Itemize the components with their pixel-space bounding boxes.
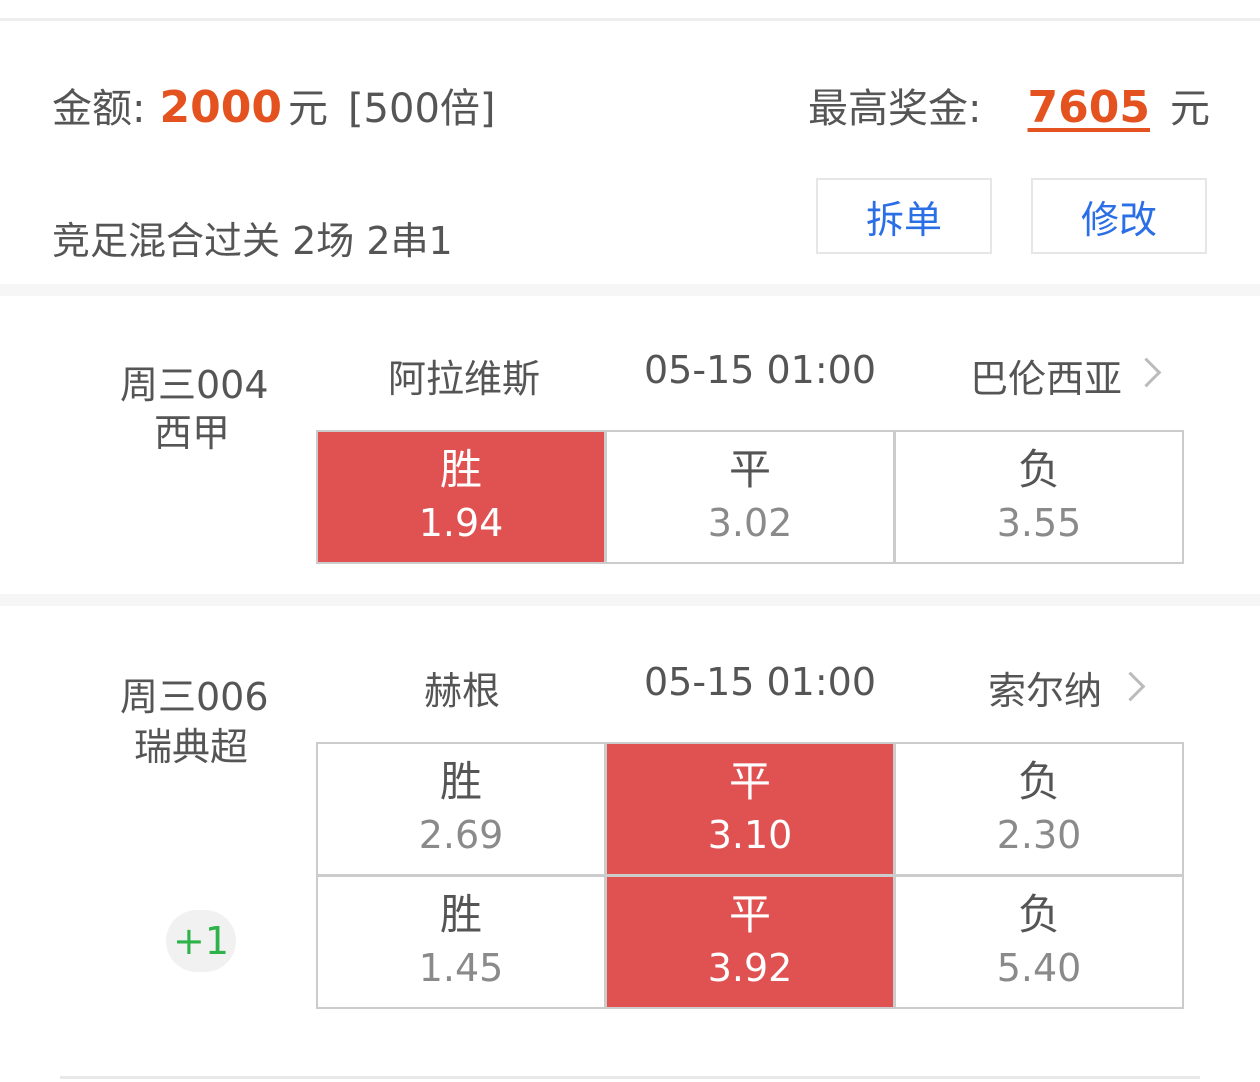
odds-value: 2.69 <box>418 813 504 857</box>
odds-row: 胜 2.69 平 3.10 负 2.30 <box>318 744 1182 874</box>
odds-label: 平 <box>728 757 771 806</box>
amount-unit: 元 <box>287 86 328 132</box>
odds-value: 5.40 <box>996 946 1082 990</box>
split-order-button[interactable]: 拆单 <box>816 178 992 254</box>
match-time: 05-15 01:00 <box>644 660 877 704</box>
odds-table: 胜 1.94 平 3.02 负 3.55 <box>316 430 1184 564</box>
odds-label: 平 <box>728 445 771 494</box>
odds-cell-draw[interactable]: 平 3.92 <box>607 877 896 1007</box>
play-type: 竞足混合过关 2场 2串1 <box>52 219 453 263</box>
bottom-divider <box>60 1076 1200 1079</box>
section-divider <box>0 284 1260 296</box>
handicap-badge: +1 <box>166 910 236 972</box>
odds-value: 2.30 <box>996 813 1082 857</box>
match-id: 周三004 <box>120 363 269 407</box>
top-divider <box>0 18 1260 21</box>
match-card: 周三004 西甲 阿拉维斯 05-15 01:00 巴伦西亚 胜 1.94 平 … <box>0 296 1260 596</box>
odds-label: 胜 <box>439 757 482 806</box>
odds-value: 3.10 <box>707 813 793 857</box>
odds-label: 负 <box>1017 445 1060 494</box>
multiplier: [500倍] <box>347 86 496 132</box>
section-divider <box>0 594 1260 606</box>
odds-row: 胜 1.94 平 3.02 负 3.55 <box>318 432 1182 562</box>
odds-table: 胜 2.69 平 3.10 负 2.30 胜 1.45 平 3.92 负 5.4… <box>316 742 1184 1009</box>
league-name: 瑞典超 <box>134 725 249 769</box>
chevron-right-icon[interactable] <box>1131 357 1162 388</box>
odds-cell-draw[interactable]: 平 3.10 <box>607 744 896 874</box>
odds-cell-win[interactable]: 胜 1.45 <box>318 877 607 1007</box>
home-team: 阿拉维斯 <box>388 357 541 401</box>
max-prize-row: 最高奖金: 7605 元 <box>808 76 1210 134</box>
max-prize-value[interactable]: 7605 <box>1028 82 1150 133</box>
league-name: 西甲 <box>154 411 231 455</box>
max-prize-label: 最高奖金: <box>808 86 982 132</box>
odds-cell-draw[interactable]: 平 3.02 <box>607 432 896 562</box>
odds-cell-lose[interactable]: 负 3.55 <box>896 432 1182 562</box>
amount-row: 金额: 2000 元 [500倍] <box>52 76 496 134</box>
match-card: 周三006 瑞典超 赫根 05-15 01:00 索尔纳 胜 2.69 平 3.… <box>0 606 1260 1076</box>
odds-cell-lose[interactable]: 负 2.30 <box>896 744 1182 874</box>
odds-label: 负 <box>1017 890 1060 939</box>
away-team: 巴伦西亚 <box>970 357 1123 401</box>
odds-value: 3.92 <box>707 946 793 990</box>
amount-label: 金额: <box>52 86 146 132</box>
max-prize-unit: 元 <box>1170 86 1210 132</box>
away-team: 索尔纳 <box>988 669 1103 713</box>
odds-value: 1.45 <box>418 946 504 990</box>
amount-value: 2000 <box>159 82 282 133</box>
odds-label: 负 <box>1017 757 1060 806</box>
odds-label: 平 <box>728 890 771 939</box>
odds-cell-win[interactable]: 胜 1.94 <box>318 432 607 562</box>
odds-label: 胜 <box>439 890 482 939</box>
match-id: 周三006 <box>120 675 269 719</box>
home-team: 赫根 <box>424 669 501 713</box>
odds-value: 3.02 <box>707 501 793 545</box>
odds-label: 胜 <box>439 445 482 494</box>
chevron-right-icon[interactable] <box>1115 671 1146 702</box>
odds-row-handicap: 胜 1.45 平 3.92 负 5.40 <box>318 874 1182 1007</box>
match-time: 05-15 01:00 <box>644 348 877 392</box>
odds-cell-win[interactable]: 胜 2.69 <box>318 744 607 874</box>
odds-value: 1.94 <box>418 501 504 545</box>
odds-cell-lose[interactable]: 负 5.40 <box>896 877 1182 1007</box>
odds-value: 3.55 <box>996 501 1082 545</box>
edit-button[interactable]: 修改 <box>1031 178 1207 254</box>
